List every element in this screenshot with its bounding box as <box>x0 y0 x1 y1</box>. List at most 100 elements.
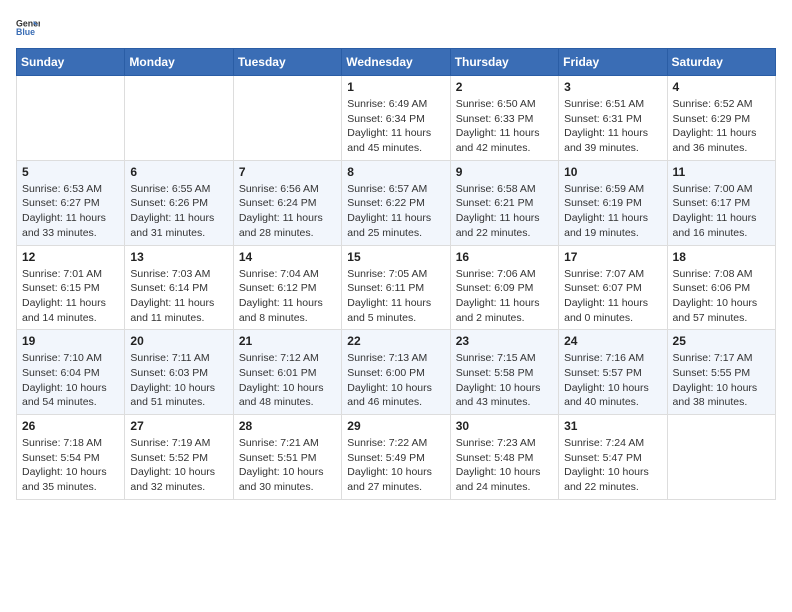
day-number: 17 <box>564 250 661 264</box>
weekday-header-tuesday: Tuesday <box>233 49 341 76</box>
day-number: 29 <box>347 419 444 433</box>
day-content: Sunrise: 6:52 AM Sunset: 6:29 PM Dayligh… <box>673 97 770 156</box>
day-number: 26 <box>22 419 119 433</box>
day-content: Sunrise: 6:58 AM Sunset: 6:21 PM Dayligh… <box>456 182 553 241</box>
day-number: 3 <box>564 80 661 94</box>
calendar-cell: 8 Sunrise: 6:57 AM Sunset: 6:22 PM Daylig… <box>342 160 450 245</box>
day-content: Sunrise: 6:57 AM Sunset: 6:22 PM Dayligh… <box>347 182 444 241</box>
day-content: Sunrise: 7:05 AM Sunset: 6:11 PM Dayligh… <box>347 267 444 326</box>
day-content: Sunrise: 7:23 AM Sunset: 5:48 PM Dayligh… <box>456 436 553 495</box>
day-content: Sunrise: 7:24 AM Sunset: 5:47 PM Dayligh… <box>564 436 661 495</box>
day-content: Sunrise: 6:53 AM Sunset: 6:27 PM Dayligh… <box>22 182 119 241</box>
day-content: Sunrise: 7:21 AM Sunset: 5:51 PM Dayligh… <box>239 436 336 495</box>
calendar-cell: 16Sunrise: 7:06 AM Sunset: 6:09 PM Dayli… <box>450 245 558 330</box>
day-number: 27 <box>130 419 227 433</box>
calendar-cell: 3 Sunrise: 6:51 AM Sunset: 6:31 PM Daylig… <box>559 76 667 161</box>
calendar-cell: 12Sunrise: 7:01 AM Sunset: 6:15 PM Dayli… <box>17 245 125 330</box>
calendar-cell <box>233 76 341 161</box>
day-content: Sunrise: 7:12 AM Sunset: 6:01 PM Dayligh… <box>239 351 336 410</box>
weekday-header-saturday: Saturday <box>667 49 775 76</box>
calendar-cell: 7Sunrise: 6:56 AM Sunset: 6:24 PM Daylig… <box>233 160 341 245</box>
day-content: Sunrise: 7:17 AM Sunset: 5:55 PM Dayligh… <box>673 351 770 410</box>
calendar-cell: 21 Sunrise: 7:12 AM Sunset: 6:01 PM Dayli… <box>233 330 341 415</box>
day-content: Sunrise: 7:00 AM Sunset: 6:17 PM Dayligh… <box>673 182 770 241</box>
day-content: Sunrise: 7:22 AM Sunset: 5:49 PM Dayligh… <box>347 436 444 495</box>
page-header: General Blue <box>16 16 776 40</box>
day-number: 23 <box>456 334 553 348</box>
calendar-week-4: 19 Sunrise: 7:10 AM Sunset: 6:04 PM Dayli… <box>17 330 776 415</box>
calendar-cell: 17 Sunrise: 7:07 AM Sunset: 6:07 PM Dayli… <box>559 245 667 330</box>
calendar-cell: 15 Sunrise: 7:05 AM Sunset: 6:11 PM Dayli… <box>342 245 450 330</box>
logo-icon: General Blue <box>16 16 40 40</box>
day-number: 28 <box>239 419 336 433</box>
calendar-cell: 4 Sunrise: 6:52 AM Sunset: 6:29 PM Daylig… <box>667 76 775 161</box>
day-number: 2 <box>456 80 553 94</box>
calendar-cell: 19 Sunrise: 7:10 AM Sunset: 6:04 PM Dayli… <box>17 330 125 415</box>
calendar-cell: 13 Sunrise: 7:03 AM Sunset: 6:14 PM Dayli… <box>125 245 233 330</box>
day-number: 8 <box>347 165 444 179</box>
calendar-week-3: 12Sunrise: 7:01 AM Sunset: 6:15 PM Dayli… <box>17 245 776 330</box>
day-number: 14 <box>239 250 336 264</box>
weekday-header-sunday: Sunday <box>17 49 125 76</box>
day-content: Sunrise: 7:04 AM Sunset: 6:12 PM Dayligh… <box>239 267 336 326</box>
calendar-cell: 29 Sunrise: 7:22 AM Sunset: 5:49 PM Dayli… <box>342 415 450 500</box>
calendar-cell: 24 Sunrise: 7:16 AM Sunset: 5:57 PM Dayli… <box>559 330 667 415</box>
day-content: Sunrise: 7:06 AM Sunset: 6:09 PM Dayligh… <box>456 267 553 326</box>
calendar-cell: 31 Sunrise: 7:24 AM Sunset: 5:47 PM Dayli… <box>559 415 667 500</box>
day-content: Sunrise: 7:13 AM Sunset: 6:00 PM Dayligh… <box>347 351 444 410</box>
day-content: Sunrise: 7:19 AM Sunset: 5:52 PM Dayligh… <box>130 436 227 495</box>
day-content: Sunrise: 6:56 AM Sunset: 6:24 PM Dayligh… <box>239 182 336 241</box>
logo: General Blue <box>16 16 40 40</box>
day-number: 15 <box>347 250 444 264</box>
day-number: 25 <box>673 334 770 348</box>
day-number: 9 <box>456 165 553 179</box>
calendar-cell: 2 Sunrise: 6:50 AM Sunset: 6:33 PM Daylig… <box>450 76 558 161</box>
day-number: 19 <box>22 334 119 348</box>
weekday-header-thursday: Thursday <box>450 49 558 76</box>
day-content: Sunrise: 6:51 AM Sunset: 6:31 PM Dayligh… <box>564 97 661 156</box>
day-content: Sunrise: 7:16 AM Sunset: 5:57 PM Dayligh… <box>564 351 661 410</box>
day-content: Sunrise: 7:01 AM Sunset: 6:15 PM Dayligh… <box>22 267 119 326</box>
day-content: Sunrise: 6:55 AM Sunset: 6:26 PM Dayligh… <box>130 182 227 241</box>
day-content: Sunrise: 7:08 AM Sunset: 6:06 PM Dayligh… <box>673 267 770 326</box>
day-number: 24 <box>564 334 661 348</box>
day-number: 21 <box>239 334 336 348</box>
day-number: 10 <box>564 165 661 179</box>
day-number: 30 <box>456 419 553 433</box>
calendar-week-5: 26 Sunrise: 7:18 AM Sunset: 5:54 PM Dayli… <box>17 415 776 500</box>
day-number: 22 <box>347 334 444 348</box>
calendar-cell: 27 Sunrise: 7:19 AM Sunset: 5:52 PM Dayli… <box>125 415 233 500</box>
calendar-table: SundayMondayTuesdayWednesdayThursdayFrid… <box>16 48 776 500</box>
calendar-cell: 9 Sunrise: 6:58 AM Sunset: 6:21 PM Daylig… <box>450 160 558 245</box>
day-content: Sunrise: 7:03 AM Sunset: 6:14 PM Dayligh… <box>130 267 227 326</box>
calendar-cell: 10 Sunrise: 6:59 AM Sunset: 6:19 PM Dayli… <box>559 160 667 245</box>
day-number: 5 <box>22 165 119 179</box>
day-content: Sunrise: 7:07 AM Sunset: 6:07 PM Dayligh… <box>564 267 661 326</box>
day-number: 4 <box>673 80 770 94</box>
calendar-cell <box>667 415 775 500</box>
calendar-cell: 28 Sunrise: 7:21 AM Sunset: 5:51 PM Dayli… <box>233 415 341 500</box>
day-content: Sunrise: 7:10 AM Sunset: 6:04 PM Dayligh… <box>22 351 119 410</box>
calendar-cell: 22 Sunrise: 7:13 AM Sunset: 6:00 PM Dayli… <box>342 330 450 415</box>
day-content: Sunrise: 6:59 AM Sunset: 6:19 PM Dayligh… <box>564 182 661 241</box>
day-number: 11 <box>673 165 770 179</box>
day-number: 31 <box>564 419 661 433</box>
day-number: 1 <box>347 80 444 94</box>
calendar-week-1: 1 Sunrise: 6:49 AM Sunset: 6:34 PM Daylig… <box>17 76 776 161</box>
calendar-cell: 23Sunrise: 7:15 AM Sunset: 5:58 PM Dayli… <box>450 330 558 415</box>
calendar-cell: 30 Sunrise: 7:23 AM Sunset: 5:48 PM Dayli… <box>450 415 558 500</box>
calendar-cell: 20Sunrise: 7:11 AM Sunset: 6:03 PM Dayli… <box>125 330 233 415</box>
day-content: Sunrise: 7:18 AM Sunset: 5:54 PM Dayligh… <box>22 436 119 495</box>
day-number: 6 <box>130 165 227 179</box>
day-content: Sunrise: 7:11 AM Sunset: 6:03 PM Dayligh… <box>130 351 227 410</box>
calendar-cell: 1 Sunrise: 6:49 AM Sunset: 6:34 PM Daylig… <box>342 76 450 161</box>
day-content: Sunrise: 6:49 AM Sunset: 6:34 PM Dayligh… <box>347 97 444 156</box>
weekday-header-friday: Friday <box>559 49 667 76</box>
day-number: 13 <box>130 250 227 264</box>
calendar-cell: 6 Sunrise: 6:55 AM Sunset: 6:26 PM Daylig… <box>125 160 233 245</box>
day-content: Sunrise: 6:50 AM Sunset: 6:33 PM Dayligh… <box>456 97 553 156</box>
calendar-cell: 26 Sunrise: 7:18 AM Sunset: 5:54 PM Dayli… <box>17 415 125 500</box>
weekday-header-row: SundayMondayTuesdayWednesdayThursdayFrid… <box>17 49 776 76</box>
calendar-cell <box>125 76 233 161</box>
weekday-header-wednesday: Wednesday <box>342 49 450 76</box>
